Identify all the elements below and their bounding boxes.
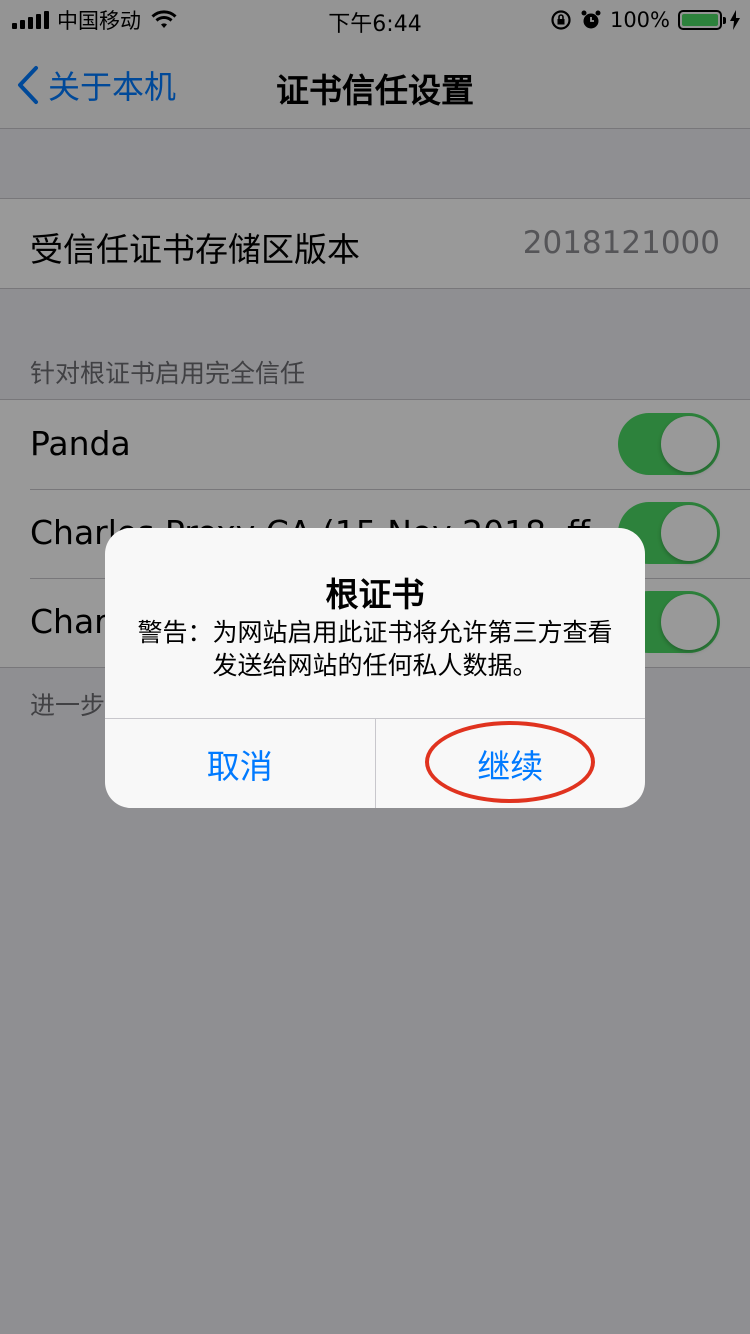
- alert-message: 警告：为网站启用此证书将允许第三方查看发送给网站的任何私人数据。: [137, 618, 613, 680]
- highlight-circle: [425, 721, 595, 803]
- cancel-button[interactable]: 取消: [105, 719, 375, 808]
- alert-title: 根证书: [325, 575, 425, 614]
